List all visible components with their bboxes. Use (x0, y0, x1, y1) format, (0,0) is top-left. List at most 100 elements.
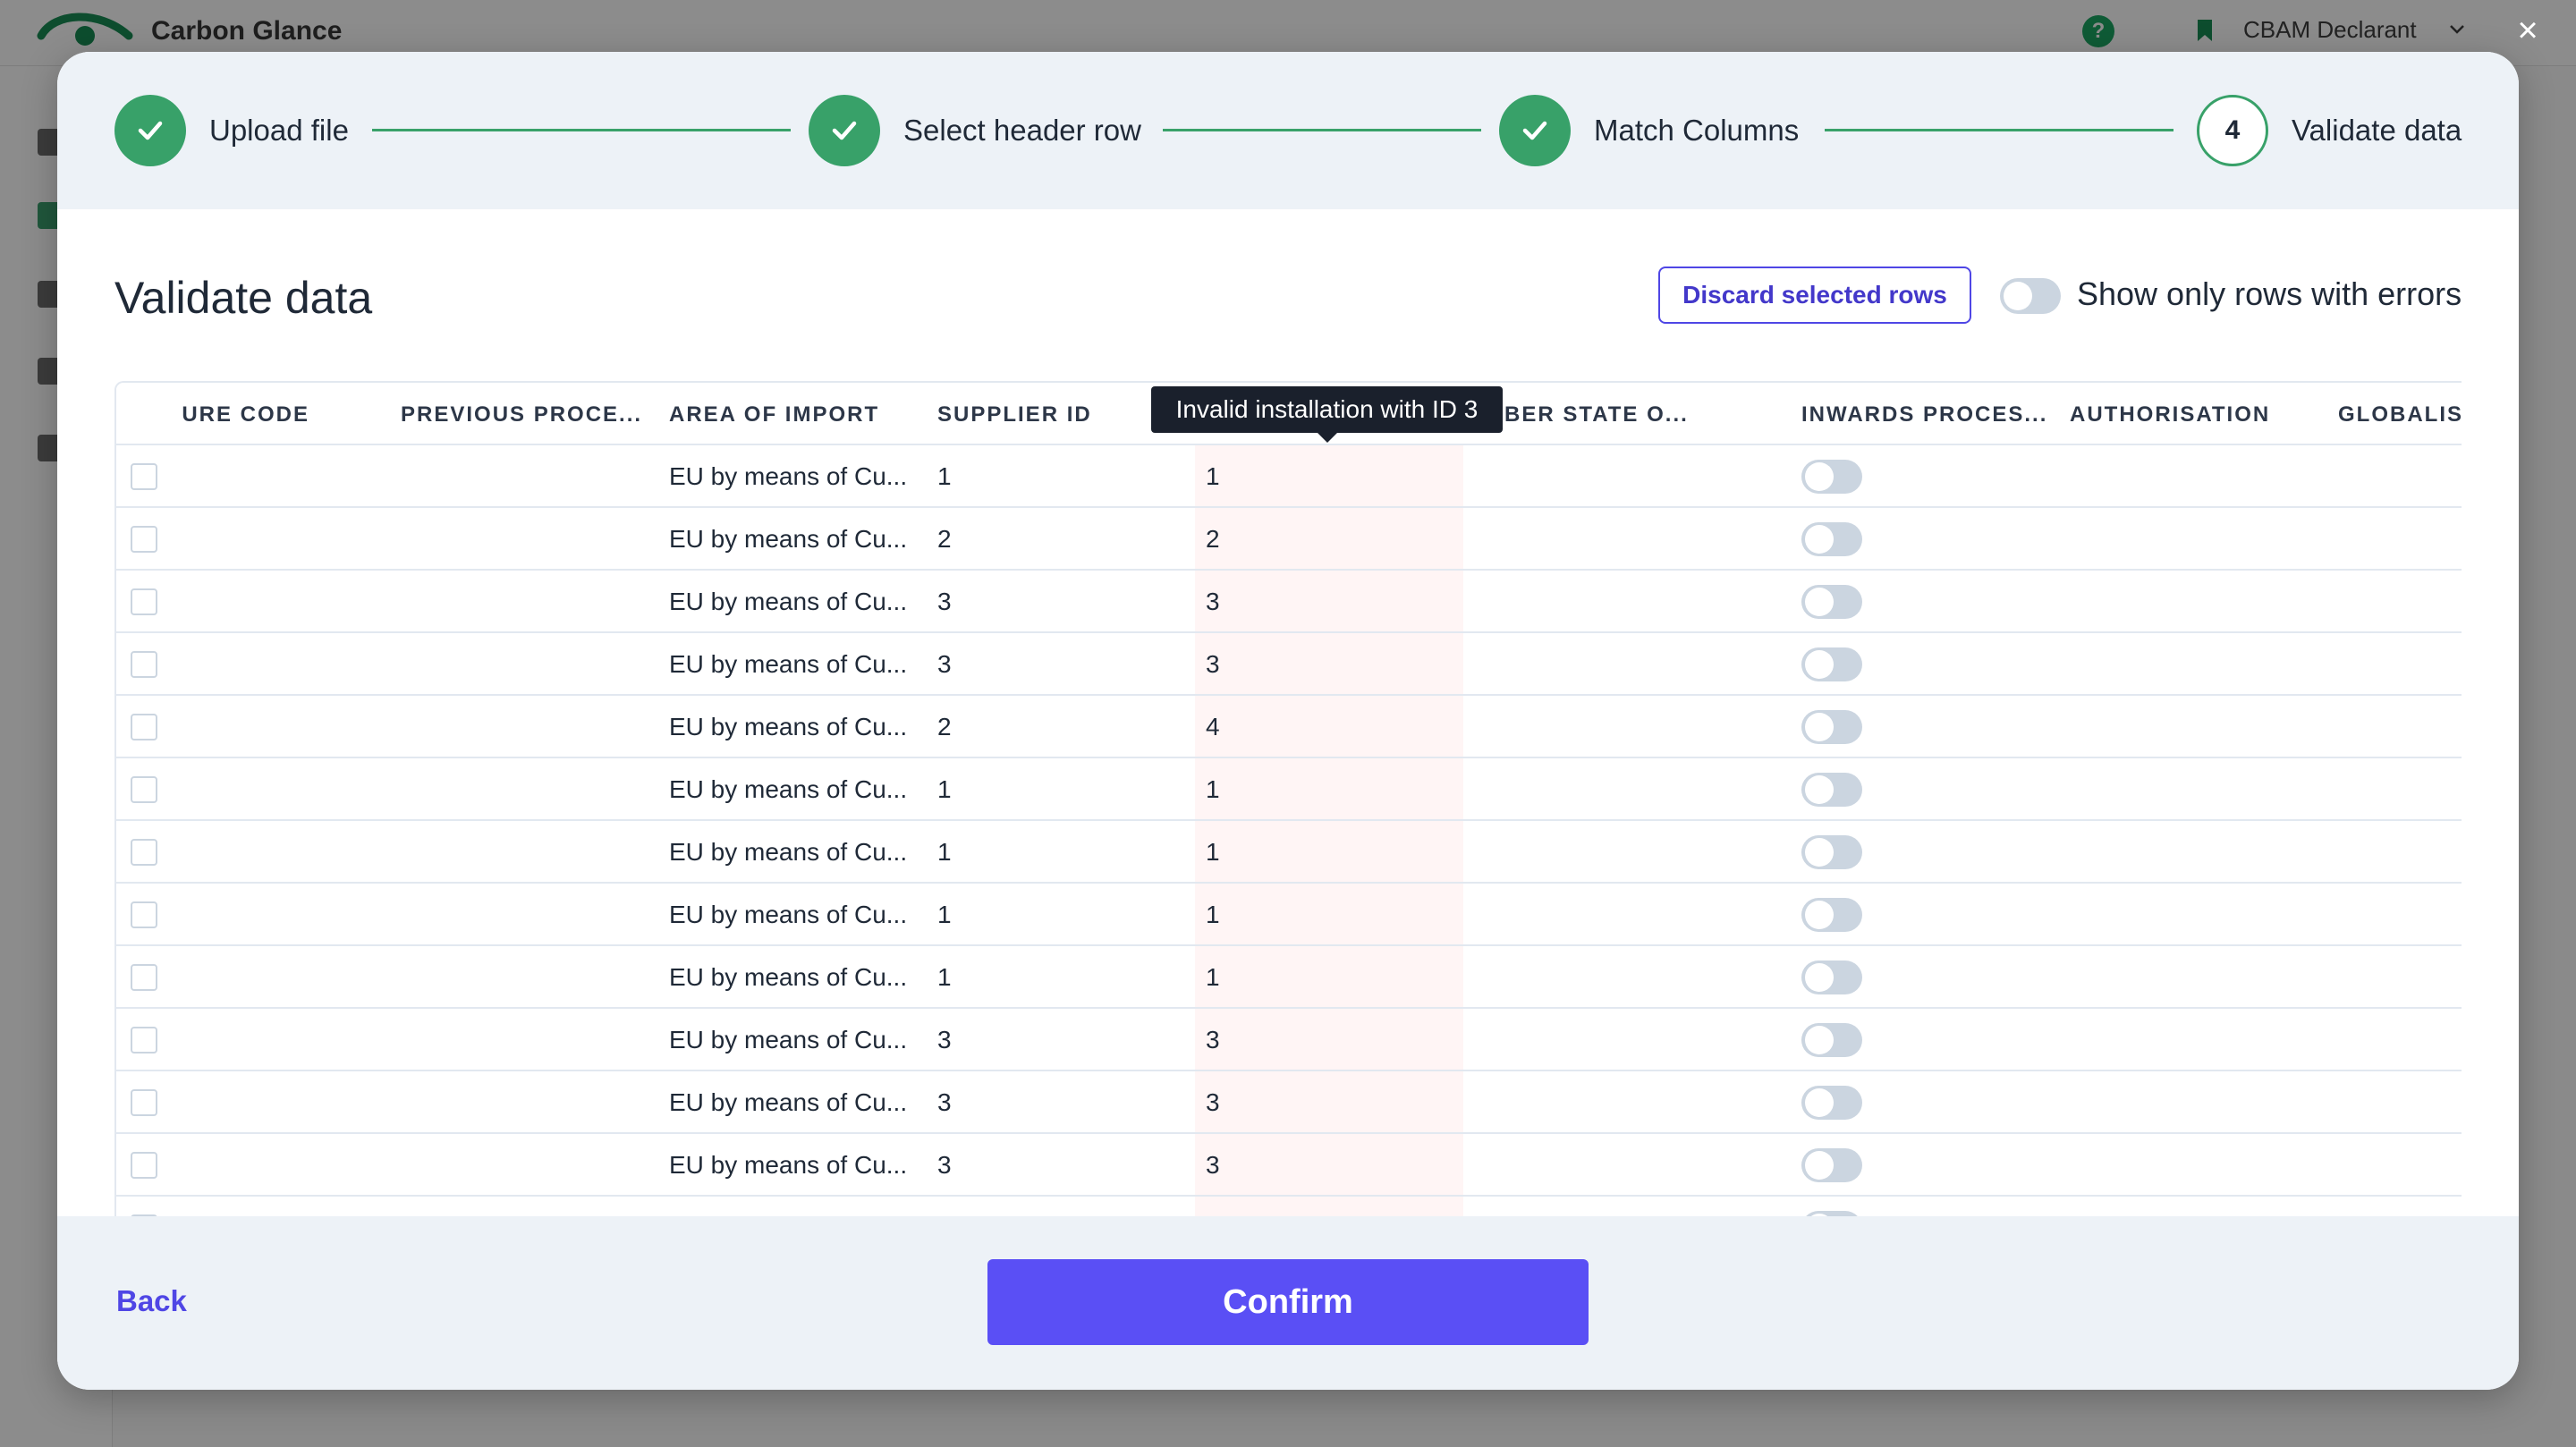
cell-supplier-id[interactable]: 3 (937, 1134, 952, 1197)
cell-installation-id[interactable]: 3 (1206, 633, 1220, 696)
row-checkbox[interactable] (131, 964, 157, 991)
show-errors-toggle[interactable] (2000, 278, 2061, 314)
discard-selected-rows-button[interactable]: Discard selected rows (1658, 267, 1971, 324)
table-row[interactable]: EU by means of Cu... 3 3 (116, 1071, 2462, 1134)
inwards-processing-toggle[interactable] (1801, 647, 1862, 681)
cell-supplier-id[interactable]: 2 (937, 508, 952, 571)
cell-installation-id[interactable]: 1 (1206, 884, 1220, 946)
table-row[interactable]: EU by means of Cu... 1 1 (116, 821, 2462, 884)
inwards-processing-toggle[interactable] (1801, 835, 1862, 869)
error-tooltip: Invalid installation with ID 3 (1151, 386, 1503, 443)
row-checkbox[interactable] (131, 1027, 157, 1054)
cell-area-of-import[interactable]: EU by means of Cu... (669, 1071, 907, 1134)
cell-area-of-import[interactable]: EU by means of Cu... (669, 445, 907, 508)
table-row[interactable]: EU by means of Cu... 3 3 (116, 571, 2462, 633)
column-header-supplier-id[interactable]: SUPPLIER ID (937, 383, 1188, 445)
cell-area-of-import[interactable]: EU by means of Cu... (669, 821, 907, 884)
row-checkbox[interactable] (131, 1152, 157, 1179)
inwards-processing-toggle[interactable] (1801, 522, 1862, 556)
stepper: Upload file Select header row Match Colu… (57, 52, 2519, 209)
cell-supplier-id[interactable]: 1 (937, 758, 952, 821)
table-row[interactable]: EU by means of Cu... 2 4 (116, 696, 2462, 758)
cell-area-of-import[interactable]: EU by means of Cu... (669, 758, 907, 821)
cell-supplier-id[interactable]: 3 (937, 1071, 952, 1134)
inwards-processing-toggle[interactable] (1801, 585, 1862, 619)
cell-installation-id[interactable]: 1 (1206, 946, 1220, 1009)
help-icon[interactable]: ? (2082, 15, 2114, 47)
column-header-procedure-code[interactable]: PROCEDURE CODE (181, 383, 309, 445)
inwards-processing-toggle[interactable] (1801, 710, 1862, 744)
row-checkbox[interactable] (131, 1089, 157, 1116)
check-icon (1499, 95, 1571, 166)
account-selector[interactable]: CBAM Declarant (2243, 16, 2417, 44)
inwards-processing-toggle[interactable] (1801, 1086, 1862, 1120)
cell-supplier-id[interactable]: 1 (937, 946, 952, 1009)
cell-area-of-import[interactable]: EU by means of Cu... (669, 633, 907, 696)
cell-installation-id[interactable]: 1 (1206, 445, 1220, 508)
row-checkbox[interactable] (131, 776, 157, 803)
table-row[interactable]: EU by means of Cu... 2 2 (116, 508, 2462, 571)
inwards-processing-toggle[interactable] (1801, 1023, 1862, 1057)
inwards-processing-toggle[interactable] (1801, 1148, 1862, 1182)
cell-installation-id[interactable]: 3 (1206, 1071, 1220, 1134)
cell-installation-id[interactable]: 3 (1206, 1134, 1220, 1197)
inwards-processing-toggle[interactable] (1801, 960, 1862, 994)
column-header-previous-procedure[interactable]: PREVIOUS PROCE... (401, 383, 651, 445)
inwards-processing-toggle[interactable] (1801, 460, 1862, 494)
row-checkbox[interactable] (131, 526, 157, 553)
check-icon (114, 95, 186, 166)
show-errors-label: Show only rows with errors (2077, 275, 2462, 312)
cell-area-of-import[interactable]: EU by means of Cu... (669, 1009, 907, 1071)
table-row[interactable]: EU by means of Cu... 3 3 (116, 1134, 2462, 1197)
back-button[interactable]: Back (116, 1284, 187, 1318)
column-header-area-of-import[interactable]: AREA OF IMPORT (669, 383, 919, 445)
page-title: Validate data (114, 273, 373, 323)
step-label: Validate data (2292, 114, 2462, 147)
cell-supplier-id[interactable]: 1 (937, 821, 952, 884)
cell-supplier-id[interactable]: 3 (937, 1009, 952, 1071)
row-checkbox[interactable] (131, 588, 157, 615)
row-checkbox[interactable] (131, 901, 157, 928)
inwards-processing-toggle[interactable] (1801, 898, 1862, 932)
cell-installation-id[interactable]: 1 (1206, 758, 1220, 821)
bookmark-icon (2198, 20, 2212, 41)
row-checkbox[interactable] (131, 651, 157, 678)
table-row[interactable]: EU by means of Cu... 1 1 (116, 884, 2462, 946)
close-icon[interactable]: × (2512, 13, 2544, 48)
cell-area-of-import[interactable]: EU by means of Cu... (669, 508, 907, 571)
cell-supplier-id[interactable]: 1 (937, 884, 952, 946)
table-row[interactable]: EU by means of Cu... 3 3 (116, 1009, 2462, 1071)
table-row[interactable]: EU by means of Cu... 1 1 (116, 758, 2462, 821)
cell-installation-id[interactable]: 3 (1206, 1009, 1220, 1071)
row-checkbox[interactable] (131, 839, 157, 866)
cell-area-of-import[interactable]: EU by means of Cu... (669, 946, 907, 1009)
step-connector (1163, 129, 1481, 131)
cell-area-of-import[interactable]: EU by means of Cu... (669, 884, 907, 946)
cell-supplier-id[interactable]: 1 (937, 445, 952, 508)
chevron-down-icon[interactable] (2447, 20, 2467, 39)
column-header-globalisation[interactable]: GLOBALISATION (2338, 383, 2462, 445)
cell-installation-id[interactable]: 2 (1206, 508, 1220, 571)
validation-table[interactable]: PROCEDURE CODE PREVIOUS PROCE... AREA OF… (114, 381, 2462, 1272)
step-upload-file: Upload file (114, 95, 349, 166)
cell-area-of-import[interactable]: EU by means of Cu... (669, 571, 907, 633)
cell-area-of-import[interactable]: EU by means of Cu... (669, 696, 907, 758)
column-header-inwards-processing[interactable]: INWARDS PROCES... (1801, 383, 2052, 445)
cell-supplier-id[interactable]: 3 (937, 571, 952, 633)
column-header-authorisation[interactable]: AUTHORISATION (2070, 383, 2320, 445)
cell-installation-id[interactable]: 4 (1206, 696, 1220, 758)
table-row[interactable]: EU by means of Cu... 1 1 (116, 445, 2462, 508)
table-row[interactable]: EU by means of Cu... 1 1 (116, 946, 2462, 1009)
row-checkbox[interactable] (131, 714, 157, 740)
table-row[interactable]: EU by means of Cu... 3 3 (116, 633, 2462, 696)
step-connector (372, 129, 791, 131)
inwards-processing-toggle[interactable] (1801, 773, 1862, 807)
cell-installation-id[interactable]: 1 (1206, 821, 1220, 884)
step-connector (1825, 129, 2174, 131)
cell-installation-id[interactable]: 3 (1206, 571, 1220, 633)
cell-area-of-import[interactable]: EU by means of Cu... (669, 1134, 907, 1197)
cell-supplier-id[interactable]: 3 (937, 633, 952, 696)
cell-supplier-id[interactable]: 2 (937, 696, 952, 758)
row-checkbox[interactable] (131, 463, 157, 490)
confirm-button[interactable]: Confirm (987, 1259, 1589, 1345)
